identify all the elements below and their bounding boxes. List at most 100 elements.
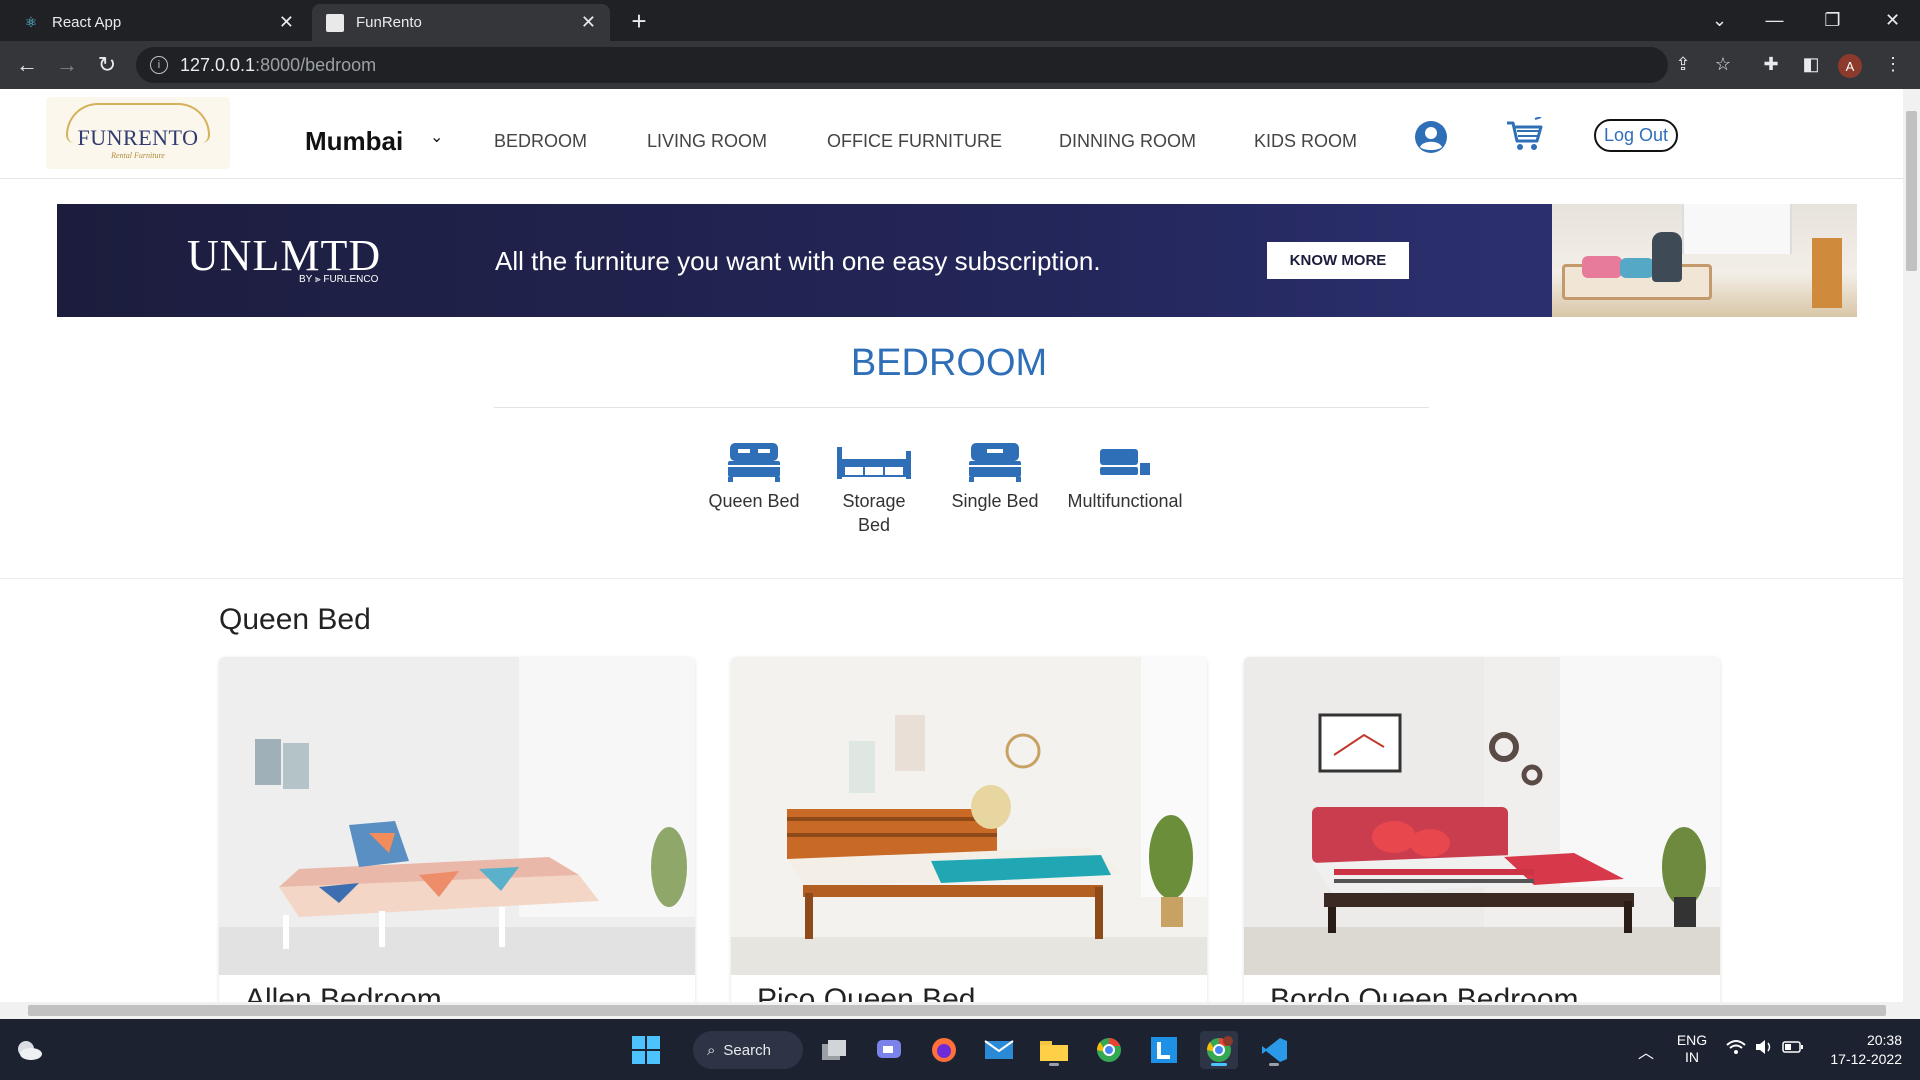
product-title[interactable]: Bordo Queen Bedroom xyxy=(1270,983,1579,1002)
search-label: Search xyxy=(723,1041,771,1059)
category-label: Queen Bed xyxy=(708,491,800,511)
category-label-line2: Bed xyxy=(857,515,891,535)
tab-funrento[interactable]: FunRento ✕ xyxy=(312,4,610,41)
teams-chat-icon[interactable] xyxy=(870,1031,908,1069)
battery-icon[interactable] xyxy=(1782,1040,1804,1057)
browser-tab-bar: ⚛ React App ✕ FunRento ✕ + ⌄ — ❐ ✕ xyxy=(0,0,1920,41)
horizontal-scrollbar[interactable] xyxy=(0,1002,1920,1019)
restore-button[interactable]: ❐ xyxy=(1805,0,1860,41)
lang-code: ENG xyxy=(1676,1032,1708,1048)
extensions-icon[interactable]: ✚ xyxy=(1756,49,1786,79)
close-window-button[interactable]: ✕ xyxy=(1865,0,1920,41)
weather-icon[interactable] xyxy=(10,1031,48,1069)
minimize-button[interactable]: — xyxy=(1747,0,1802,41)
bookmark-star-icon[interactable]: ☆ xyxy=(1708,49,1738,79)
l-app-icon[interactable] xyxy=(1145,1031,1183,1069)
product-image[interactable] xyxy=(1244,657,1720,975)
new-tab-button[interactable]: + xyxy=(624,6,654,36)
firefox-icon[interactable] xyxy=(925,1031,963,1069)
taskbar-search[interactable]: ⌕ Search xyxy=(693,1031,803,1069)
cart-icon[interactable] xyxy=(1505,117,1545,153)
reload-button[interactable]: ↻ xyxy=(92,50,122,80)
promo-banner[interactable]: UNLMTD BY ⫸ FURLENCO All the furniture y… xyxy=(57,204,1857,317)
start-menu-icon[interactable] xyxy=(627,1031,665,1069)
address-bar[interactable]: i 127.0.0.1:8000/bedroom xyxy=(136,47,1668,83)
user-account-icon[interactable] xyxy=(1414,120,1448,154)
show-hidden-icons[interactable]: ︿ xyxy=(1638,1039,1654,1063)
vscode-icon[interactable] xyxy=(1255,1031,1293,1069)
category-label: Single Bed xyxy=(951,491,1039,511)
banner-headline: All the furniture you want with one easy… xyxy=(495,246,1101,276)
region-code: IN xyxy=(1685,1049,1699,1065)
chevron-down-icon[interactable]: ⌄ xyxy=(430,127,443,147)
tab-title: FunRento xyxy=(356,14,422,31)
city-selector[interactable]: Mumbai xyxy=(305,126,403,157)
react-icon: ⚛ xyxy=(24,14,38,30)
close-tab-icon[interactable]: ✕ xyxy=(279,12,294,33)
subsection-title: Queen Bed xyxy=(219,603,371,636)
nav-kids-room[interactable]: KIDS ROOM xyxy=(1254,131,1357,152)
site-logo[interactable]: FUNRENTO Rental Furniture xyxy=(46,97,230,169)
page-title: BEDROOM xyxy=(850,342,1048,384)
url-path: :8000/bedroom xyxy=(255,54,377,75)
clock[interactable]: 20:38 17-12-2022 xyxy=(1824,1031,1902,1069)
wifi-icon[interactable] xyxy=(1726,1039,1746,1058)
back-button[interactable]: ← xyxy=(12,50,42,80)
title-divider xyxy=(494,407,1429,408)
vertical-scrollbar[interactable] xyxy=(1903,89,1920,1002)
language-indicator[interactable]: ENG IN xyxy=(1674,1032,1710,1066)
product-title[interactable]: Pico Queen Bed xyxy=(757,983,975,1002)
side-panel-icon[interactable]: ◧ xyxy=(1796,49,1826,79)
nav-living-room[interactable]: LIVING ROOM xyxy=(647,131,767,152)
category-label: Storage xyxy=(842,491,906,511)
multifunctional-furniture-icon xyxy=(1100,449,1150,475)
category-single-bed[interactable]: Single Bed xyxy=(948,441,1042,513)
product-image[interactable] xyxy=(731,657,1207,975)
volume-icon[interactable] xyxy=(1754,1039,1774,1058)
site-info-icon[interactable]: i xyxy=(150,56,168,74)
queen-bed-icon xyxy=(728,443,780,482)
tab-react-app[interactable]: ⚛ React App ✕ xyxy=(8,4,308,41)
logo-tagline: Rental Furniture xyxy=(111,150,165,160)
scrollbar-thumb[interactable] xyxy=(1906,111,1917,271)
product-image[interactable] xyxy=(219,657,695,975)
product-card[interactable]: Allen Bedroom xyxy=(219,657,695,1002)
page-favicon-icon xyxy=(326,13,344,32)
product-card[interactable]: Bordo Queen Bedroom xyxy=(1244,657,1720,1002)
category-storage-bed[interactable]: Storage Bed xyxy=(834,441,914,537)
tab-title: React App xyxy=(52,14,122,31)
file-explorer-icon[interactable] xyxy=(1035,1031,1073,1069)
url-host: 127.0.0.1 xyxy=(180,54,256,75)
chrome-profile-icon[interactable] xyxy=(1200,1031,1238,1069)
nav-office-furniture[interactable]: OFFICE FURNITURE xyxy=(827,131,1002,152)
logout-button[interactable]: Log Out xyxy=(1594,119,1678,152)
browser-toolbar: ← → ↻ i 127.0.0.1:8000/bedroom ⇪ ☆ ✚ ◧ A… xyxy=(0,41,1920,89)
task-view-icon[interactable] xyxy=(815,1031,853,1069)
know-more-button[interactable]: KNOW MORE xyxy=(1267,242,1409,279)
close-tab-icon[interactable]: ✕ xyxy=(581,12,596,33)
product-card[interactable]: Pico Queen Bed xyxy=(731,657,1207,1002)
menu-kebab-icon[interactable]: ⋮ xyxy=(1878,49,1908,79)
category-label: Multifunctional xyxy=(1067,491,1183,511)
category-queen-bed[interactable]: Queen Bed xyxy=(708,441,800,513)
banner-brand-sub: BY ⫸ FURLENCO xyxy=(299,274,379,285)
logo-text: FUNRENTO xyxy=(77,124,199,150)
mail-icon[interactable] xyxy=(980,1031,1018,1069)
banner-room-image xyxy=(1552,204,1857,317)
clock-date: 17-12-2022 xyxy=(1830,1051,1902,1067)
single-bed-icon xyxy=(969,443,1021,482)
share-icon[interactable]: ⇪ xyxy=(1668,49,1698,79)
chrome-icon[interactable] xyxy=(1090,1031,1128,1069)
site-header: FUNRENTO Rental Furniture Mumbai ⌄ BEDRO… xyxy=(0,89,1903,179)
profile-avatar[interactable]: A xyxy=(1838,54,1862,78)
page-viewport: FUNRENTO Rental Furniture Mumbai ⌄ BEDRO… xyxy=(0,89,1920,1002)
product-title[interactable]: Allen Bedroom xyxy=(245,983,442,1002)
forward-button[interactable]: → xyxy=(52,50,82,80)
clock-time: 20:38 xyxy=(1866,1032,1902,1048)
tab-search-icon[interactable]: ⌄ xyxy=(1692,0,1747,41)
category-multifunctional[interactable]: Multifunctional xyxy=(1066,441,1184,513)
storage-bed-icon xyxy=(837,447,911,479)
nav-bedroom[interactable]: BEDROOM xyxy=(494,131,587,152)
nav-dinning-room[interactable]: DINNING ROOM xyxy=(1059,131,1196,152)
scrollbar-thumb[interactable] xyxy=(28,1005,1886,1016)
